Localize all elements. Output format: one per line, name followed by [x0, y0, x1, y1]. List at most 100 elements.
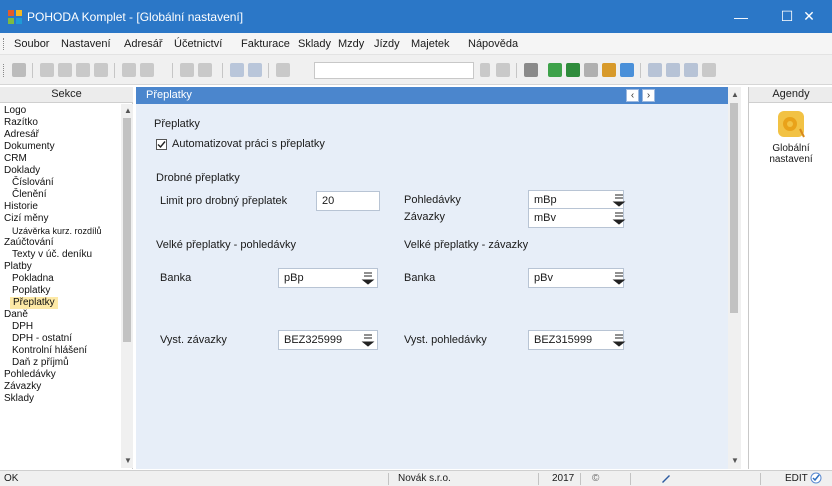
prev-button[interactable]: ‹	[626, 89, 639, 102]
tree-item-dane[interactable]: Daně	[4, 309, 28, 321]
help-icon[interactable]	[702, 63, 716, 77]
gear-settings-icon	[778, 111, 805, 138]
receivables-select-icon[interactable]	[612, 193, 626, 207]
tree-item-historie[interactable]: Historie	[4, 201, 38, 213]
receivables-input[interactable]: mBp	[528, 190, 624, 210]
agenda-pane-header: Agendy	[749, 87, 832, 103]
toolbar-separator	[516, 63, 517, 78]
section-scrollbar[interactable]: ▲ ▼	[121, 104, 133, 468]
tree-item-preplatky[interactable]: Přeplatky	[10, 297, 58, 309]
forward-arrow-icon[interactable]	[198, 63, 212, 77]
save-as-icon[interactable]	[248, 63, 262, 77]
menu-sklady[interactable]: Sklady	[298, 38, 331, 50]
tree-item-dan-z-prijmu[interactable]: Daň z příjmů	[12, 357, 69, 369]
barcode-icon[interactable]	[620, 63, 634, 77]
spreadsheet-icon[interactable]	[566, 63, 580, 77]
menu-soubor[interactable]: Soubor	[14, 38, 49, 50]
tree-item-doklady[interactable]: Doklady	[4, 165, 40, 177]
tree-item-adresar[interactable]: Adresář	[4, 129, 39, 141]
copy-record-icon[interactable]	[58, 63, 72, 77]
content-pane: Přeplatky ‹ › Přeplatky Automatizovat pr…	[136, 87, 741, 469]
menu-ucetnictvi[interactable]: Účetnictví	[174, 38, 222, 50]
tree-item-logo[interactable]: Logo	[4, 105, 26, 117]
quick-search-field[interactable]	[314, 62, 474, 79]
checkmark-icon	[157, 141, 166, 149]
menu-fakturace[interactable]: Fakturace	[241, 38, 290, 50]
scroll-down-icon[interactable]: ▼	[731, 456, 739, 465]
tree-item-crm[interactable]: CRM	[4, 153, 27, 165]
agenda-item-label-line2: nastavení	[769, 154, 813, 165]
tree-item-pohledavky[interactable]: Pohledávky	[4, 369, 56, 381]
menu-napoveda[interactable]: Nápověda	[468, 38, 518, 50]
new-record-icon[interactable]	[40, 63, 54, 77]
payables-select-icon[interactable]	[612, 211, 626, 225]
back-arrow-icon[interactable]	[180, 63, 194, 77]
vyst-pohledavky-label: Vyst. pohledávky	[404, 334, 487, 346]
bank-label-receivables: Banka	[160, 272, 192, 284]
cascade-icon[interactable]	[684, 63, 698, 77]
history-icon[interactable]	[122, 63, 136, 77]
tree-item-pokladna[interactable]: Pokladna	[12, 273, 54, 285]
large-pay-group-title: Velké přeplatky - závazky	[404, 239, 529, 251]
menu-jizdy[interactable]: Jízdy	[374, 38, 400, 50]
save-icon[interactable]	[230, 63, 244, 77]
section-title: Přeplatky	[154, 118, 200, 130]
tree-item-cizi-meny[interactable]: Cizí měny	[4, 213, 48, 225]
menu-adresar[interactable]: Adresář	[124, 38, 163, 50]
menu-mzdy[interactable]: Mzdy	[338, 38, 364, 50]
auto-checkbox[interactable]	[156, 139, 167, 150]
folder-icon[interactable]	[524, 63, 538, 77]
next-button[interactable]: ›	[642, 89, 655, 102]
tree-item-poplatky[interactable]: Poplatky	[12, 285, 50, 297]
check-icon[interactable]	[140, 63, 154, 77]
tree-item-kontrolni-hlaseni[interactable]: Kontrolní hlášení	[12, 345, 87, 357]
toolbar-separator	[268, 63, 269, 78]
menu-nastaveni[interactable]: Nastavení	[61, 38, 111, 50]
content-scrollbar[interactable]: ▲ ▼	[728, 87, 741, 469]
agenda-list-icon[interactable]	[12, 63, 26, 77]
print-icon[interactable]	[276, 63, 290, 77]
delete-record-icon[interactable]	[94, 63, 108, 77]
scroll-thumb[interactable]	[730, 103, 738, 313]
menu-majetek[interactable]: Majetek	[411, 38, 450, 50]
tree-item-dph-ostatni[interactable]: DPH - ostatní	[12, 333, 72, 345]
scroll-up-icon[interactable]: ▲	[731, 90, 739, 99]
tree-item-texty[interactable]: Texty v úč. deníku	[12, 249, 92, 261]
auto-checkbox-label[interactable]: Automatizovat práci s přeplatky	[172, 138, 325, 150]
agenda-item-global-settings[interactable]: Globální nastavení	[749, 109, 832, 179]
payables-input[interactable]: mBv	[528, 208, 624, 228]
tree-item-platby[interactable]: Platby	[4, 261, 32, 273]
tree-item-uzaverka[interactable]: Uzávěrka kurz. rozdílů	[12, 225, 102, 237]
status-divider	[580, 473, 581, 485]
vyst-zavazky-select-icon[interactable]	[361, 333, 375, 347]
window-icon[interactable]	[648, 63, 662, 77]
bank-input-payables[interactable]: pBv	[528, 268, 624, 288]
tree-item-dph[interactable]: DPH	[12, 321, 33, 333]
bank-receivables-select-icon[interactable]	[361, 271, 375, 285]
scroll-thumb[interactable]	[123, 118, 131, 342]
users-icon[interactable]	[602, 63, 616, 77]
wizard-icon[interactable]	[548, 63, 562, 77]
limit-input[interactable]: 20	[316, 191, 380, 211]
dropdown-arrow-icon[interactable]	[480, 63, 490, 77]
tree-item-sklady[interactable]: Sklady	[4, 393, 34, 405]
tree-item-cleneni[interactable]: Členění	[12, 189, 46, 201]
bank-payables-select-icon[interactable]	[612, 271, 626, 285]
tree-item-zavazky[interactable]: Závazky	[4, 381, 41, 393]
close-button[interactable]: ✕	[786, 0, 832, 33]
scroll-up-icon[interactable]: ▲	[124, 106, 132, 115]
edit-record-icon[interactable]	[76, 63, 90, 77]
vyst-pohledavky-input[interactable]: BEZ315999	[528, 330, 624, 350]
calculator-icon[interactable]	[584, 63, 598, 77]
menubar-grip	[3, 38, 5, 50]
filter-icon[interactable]	[496, 63, 510, 77]
tree-item-razitko[interactable]: Razítko	[4, 117, 38, 129]
tile-icon[interactable]	[666, 63, 680, 77]
tree-item-dokumenty[interactable]: Dokumenty	[4, 141, 55, 153]
vyst-pohledavky-select-icon[interactable]	[612, 333, 626, 347]
status-divider	[630, 473, 631, 485]
scroll-down-icon[interactable]: ▼	[124, 456, 132, 465]
tree-item-zauctovani[interactable]: Zaúčtování	[4, 237, 53, 249]
minimize-button[interactable]: —	[718, 0, 764, 33]
tree-item-cislovani[interactable]: Číslování	[12, 177, 54, 189]
